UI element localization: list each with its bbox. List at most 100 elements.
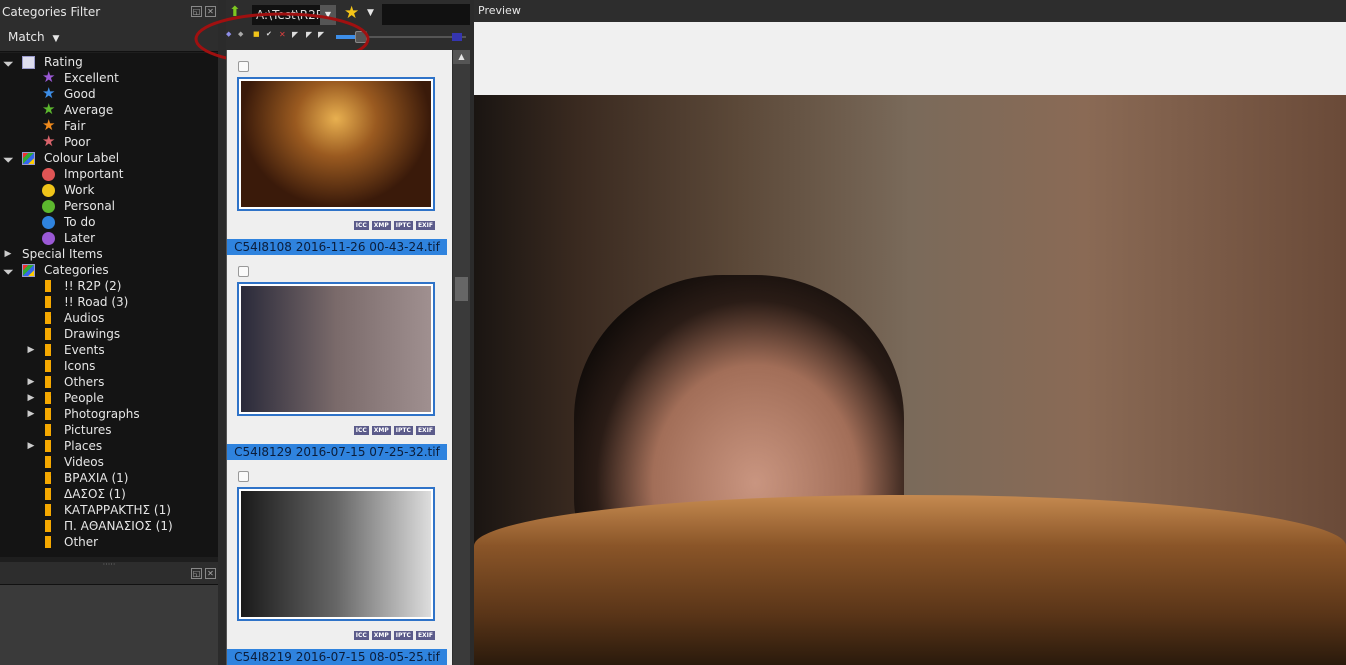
tree-item[interactable]: !! R2P (2) bbox=[0, 278, 218, 294]
tree-item-label: !! Road (3) bbox=[64, 295, 129, 309]
tree-item[interactable]: ★ Poor bbox=[0, 133, 218, 150]
tree-item-label: ΒΡΑΧΙΑ (1) bbox=[64, 471, 129, 485]
tree-item[interactable]: Videos bbox=[0, 454, 218, 470]
thumbnail-item[interactable]: ICC XMP IPTC EXIF C54I8219 2016-07-15 08-05… bbox=[227, 422, 452, 665]
tree-item-label: Other bbox=[64, 535, 99, 549]
scroll-up-button[interactable]: ▲ bbox=[453, 50, 470, 64]
splitter-handle[interactable]: ····· bbox=[0, 561, 218, 569]
tree-item[interactable]: ΒΡΑΧΙΑ (1) bbox=[0, 470, 218, 486]
categories-icon bbox=[22, 264, 35, 277]
star-icon: ★ bbox=[42, 84, 56, 102]
tree-item[interactable]: Later bbox=[0, 230, 218, 246]
tree-item-label: People bbox=[64, 391, 104, 405]
tree-item[interactable]: ▶ Special Items bbox=[0, 246, 218, 262]
tree-item[interactable]: Pictures bbox=[0, 422, 218, 438]
thumbnail-image bbox=[241, 81, 431, 207]
expand-icon[interactable]: ▶ bbox=[26, 342, 36, 358]
tree-item-label: Average bbox=[64, 103, 114, 117]
tag-icon bbox=[45, 504, 51, 516]
tag-icon bbox=[45, 360, 51, 372]
tree-item[interactable]: Work bbox=[0, 182, 218, 198]
tree-item[interactable]: Drawings bbox=[0, 326, 218, 342]
tree-item-label: Excellent bbox=[64, 71, 119, 85]
tree-item-label: To do bbox=[64, 215, 96, 229]
select-checkbox[interactable] bbox=[238, 61, 249, 72]
tree-item[interactable]: ★ Fair bbox=[0, 116, 218, 134]
thumbnail-frame[interactable] bbox=[237, 487, 435, 621]
panel-title: Categories Filter bbox=[2, 5, 101, 19]
tree-item-label: Later bbox=[64, 231, 96, 245]
match-label: Match bbox=[8, 30, 45, 44]
expand-icon[interactable]: ▶ bbox=[26, 390, 36, 406]
tree-item[interactable]: ΚΑΤΑΡΡΑΚΤΗΣ (1) bbox=[0, 502, 218, 518]
tag-icon bbox=[45, 520, 51, 532]
tree-item-label: Work bbox=[64, 183, 95, 197]
tree-item[interactable]: ▶ Places bbox=[0, 438, 218, 454]
tree-item-label: Important bbox=[64, 167, 124, 181]
tag-icon bbox=[45, 536, 51, 548]
tree-item[interactable]: ▶ Others bbox=[0, 374, 218, 390]
select-checkbox[interactable] bbox=[238, 266, 249, 277]
meta-badge: XMP bbox=[371, 631, 391, 640]
tree-item-label: Icons bbox=[64, 359, 96, 373]
tree-item[interactable]: Other bbox=[0, 534, 218, 550]
tag-icon bbox=[45, 440, 51, 452]
scroll-thumb[interactable] bbox=[455, 277, 468, 301]
thumbnail-filename: C54I8219 2016-07-15 08-05-25.tif bbox=[227, 649, 447, 665]
expand-icon[interactable]: ▶ bbox=[26, 438, 36, 454]
tree-item[interactable]: ◢ Colour Label bbox=[0, 150, 218, 166]
thumbnail-image bbox=[241, 491, 431, 617]
tree-item[interactable]: Icons bbox=[0, 358, 218, 374]
search-input[interactable] bbox=[382, 4, 470, 25]
tree-item[interactable]: ▶ Events bbox=[0, 342, 218, 358]
tree-item-label: Photographs bbox=[64, 407, 140, 421]
tree-item[interactable]: ◢ Rating bbox=[0, 54, 218, 70]
float-icon[interactable]: ◱ bbox=[191, 568, 202, 579]
tree-item[interactable]: Personal bbox=[0, 198, 218, 214]
tree-item[interactable]: ΔΑΣΟΣ (1) bbox=[0, 486, 218, 502]
tree-item-label: ΚΑΤΑΡΡΑΚΤΗΣ (1) bbox=[64, 503, 171, 517]
tree-item[interactable]: Audios bbox=[0, 310, 218, 326]
tree-item[interactable]: ★ Average bbox=[0, 101, 218, 118]
expand-icon[interactable]: ▶ bbox=[3, 246, 13, 262]
close-icon[interactable]: ✕ bbox=[205, 568, 216, 579]
thumbnail-item[interactable]: ICC XMP IPTC EXIF C54I8108 2016-11-26 00-43… bbox=[227, 50, 452, 255]
tree-item[interactable]: ◢ Categories bbox=[0, 262, 218, 278]
tree-item[interactable]: ▶ People bbox=[0, 390, 218, 406]
panel-title-bar: Categories Filter ◱ ✕ bbox=[0, 0, 218, 24]
colour-dot-icon bbox=[42, 232, 55, 245]
category-tree: ◢ Rating ★ Excellent ★ Good ★ Average ★ Fair ★ Poor… bbox=[0, 53, 218, 557]
collapse-icon[interactable]: ◢ bbox=[0, 261, 17, 279]
thumbnail-image bbox=[241, 286, 431, 412]
rating-icon bbox=[22, 56, 35, 69]
tree-item-label: Good bbox=[64, 87, 96, 101]
match-dropdown[interactable]: Match ▼ bbox=[0, 24, 218, 52]
tree-item[interactable]: Π. ΑΘΑΝΑΣΙΟΣ (1) bbox=[0, 518, 218, 534]
categories-filter-panel: Categories Filter ◱ ✕ Match ▼ ◢ Rating ★ Exc… bbox=[0, 0, 218, 665]
colour-dot-icon bbox=[42, 216, 55, 229]
expand-icon[interactable]: ▶ bbox=[26, 374, 36, 390]
collapse-icon[interactable]: ◢ bbox=[0, 53, 17, 71]
tree-item-label: Drawings bbox=[64, 327, 121, 341]
tree-item[interactable]: ▶ Photographs bbox=[0, 406, 218, 422]
thumbnail-frame[interactable] bbox=[237, 77, 435, 211]
select-checkbox[interactable] bbox=[238, 471, 249, 482]
preview-image[interactable] bbox=[474, 95, 1346, 665]
collapse-icon[interactable]: ◢ bbox=[0, 149, 17, 167]
colour-dot-icon bbox=[42, 184, 55, 197]
star-icon: ★ bbox=[42, 116, 56, 134]
expand-icon[interactable]: ▶ bbox=[26, 406, 36, 422]
tag-icon bbox=[45, 456, 51, 468]
secondary-panel: ····· ◱ ✕ bbox=[0, 561, 218, 665]
tree-item-label: Special Items bbox=[22, 247, 103, 261]
tree-item[interactable]: !! Road (3) bbox=[0, 294, 218, 310]
thumbnail-frame[interactable] bbox=[237, 282, 435, 416]
tree-item[interactable]: ★ Good bbox=[0, 84, 218, 102]
vertical-scrollbar[interactable]: ▲ bbox=[453, 50, 470, 665]
tree-item[interactable]: Important bbox=[0, 166, 218, 182]
tree-item-label: Audios bbox=[64, 311, 105, 325]
tag-icon bbox=[45, 344, 51, 356]
thumbnail-item[interactable]: ICC XMP IPTC EXIF C54I8129 2016-07-15 07-25… bbox=[227, 217, 452, 460]
tree-item[interactable]: To do bbox=[0, 214, 218, 230]
tree-item[interactable]: ★ Excellent bbox=[0, 69, 218, 86]
